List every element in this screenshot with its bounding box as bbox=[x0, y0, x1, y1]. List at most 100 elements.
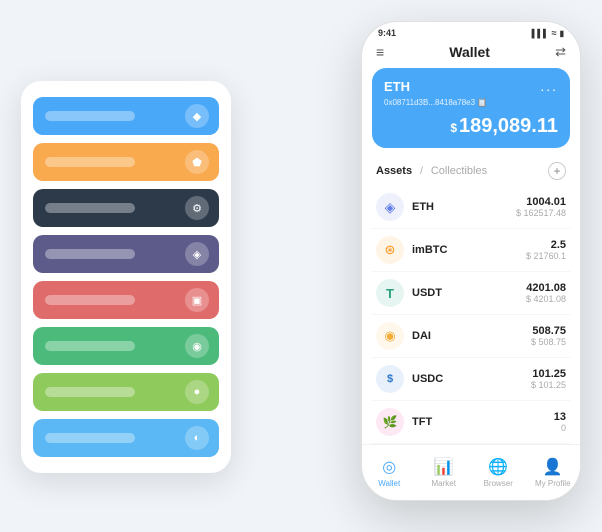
battery-icon: ▮ bbox=[560, 29, 564, 38]
card-item-light-blue[interactable]: ◐ bbox=[33, 419, 219, 457]
card-item-blue[interactable]: ◆ bbox=[33, 97, 219, 135]
nav-item-profile[interactable]: 👤 My Profile bbox=[526, 457, 581, 488]
asset-name-usdt: USDT bbox=[412, 287, 526, 299]
asset-usd-tft: 0 bbox=[554, 423, 566, 433]
card-label bbox=[45, 387, 135, 397]
asset-name-eth: ETH bbox=[412, 201, 516, 213]
nav-label-browser: Browser bbox=[484, 479, 513, 488]
profile-nav-icon: 👤 bbox=[543, 457, 563, 477]
phone-header: ≡ Wallet ⇄ bbox=[362, 40, 580, 68]
eth-card-name: ETH bbox=[384, 79, 410, 94]
asset-amounts-usdt: 4201.08 $ 4201.08 bbox=[526, 282, 566, 304]
asset-row-imbtc[interactable]: ⊛ imBTC 2.5 $ 21760.1 bbox=[372, 229, 570, 272]
eth-card-amount: $189,089.11 bbox=[384, 115, 558, 138]
asset-icon-dai: ◉ bbox=[376, 322, 404, 350]
card-item-orange[interactable]: ⬟ bbox=[33, 143, 219, 181]
nav-item-browser[interactable]: 🌐 Browser bbox=[471, 457, 526, 488]
asset-icon-tft: 🌿 bbox=[376, 408, 404, 436]
asset-icon-usdc: $ bbox=[376, 365, 404, 393]
signal-icon: ▌▌▌ bbox=[532, 29, 549, 38]
asset-amount-usdc: 101.25 bbox=[531, 368, 566, 380]
asset-name-usdc: USDC bbox=[412, 373, 531, 385]
asset-name-dai: DAI bbox=[412, 330, 531, 342]
nav-label-market: Market bbox=[432, 479, 456, 488]
asset-amounts-dai: 508.75 $ 508.75 bbox=[531, 325, 566, 347]
asset-row-tft[interactable]: 🌿 TFT 13 0 bbox=[372, 401, 570, 444]
asset-amount-imbtc: 2.5 bbox=[526, 239, 566, 251]
asset-amounts-usdc: 101.25 $ 101.25 bbox=[531, 368, 566, 390]
eth-card-address: 0x08711d3B...8418a78e3 📋 bbox=[384, 98, 558, 107]
asset-icon-imbtc: ⊛ bbox=[376, 236, 404, 264]
asset-row-eth[interactable]: ◈ ETH 1004.01 $ 162517.48 bbox=[372, 186, 570, 229]
assets-tabs: Assets / Collectibles bbox=[376, 165, 487, 177]
asset-row-usdc[interactable]: $ USDC 101.25 $ 101.25 bbox=[372, 358, 570, 401]
tab-assets[interactable]: Assets bbox=[376, 165, 412, 177]
status-icons: ▌▌▌ ≈ ▮ bbox=[532, 28, 564, 38]
card-label bbox=[45, 433, 135, 443]
asset-amount-usdt: 4201.08 bbox=[526, 282, 566, 294]
card-icon-blue: ◆ bbox=[185, 104, 209, 128]
card-icon-purple: ◈ bbox=[185, 242, 209, 266]
asset-name-imbtc: imBTC bbox=[412, 244, 526, 256]
card-label bbox=[45, 111, 135, 121]
card-icon-orange: ⬟ bbox=[185, 150, 209, 174]
asset-name-tft: TFT bbox=[412, 416, 554, 428]
nav-label-wallet: Wallet bbox=[378, 479, 400, 488]
asset-amounts-imbtc: 2.5 $ 21760.1 bbox=[526, 239, 566, 261]
wallet-nav-icon: ◎ bbox=[382, 457, 396, 477]
wifi-icon: ≈ bbox=[552, 28, 557, 38]
asset-row-usdt[interactable]: T USDT 4201.08 $ 4201.08 bbox=[372, 272, 570, 315]
asset-amount-dai: 508.75 bbox=[531, 325, 566, 337]
page-title: Wallet bbox=[449, 44, 490, 60]
card-label bbox=[45, 341, 135, 351]
asset-usd-usdc: $ 101.25 bbox=[531, 380, 566, 390]
card-label bbox=[45, 203, 135, 213]
card-icon-light-blue: ◐ bbox=[185, 426, 209, 450]
eth-card-currency-symbol: $ bbox=[450, 121, 457, 135]
card-icon-light-green: ● bbox=[185, 380, 209, 404]
nav-label-profile: My Profile bbox=[535, 479, 571, 488]
assets-header: Assets / Collectibles + bbox=[362, 158, 580, 186]
eth-card-top: ETH ... bbox=[384, 78, 558, 94]
phone: 9:41 ▌▌▌ ≈ ▮ ≡ Wallet ⇄ ETH ... 0x08711d… bbox=[361, 21, 581, 501]
nav-item-market[interactable]: 📊 Market bbox=[417, 457, 472, 488]
scan-icon[interactable]: ⇄ bbox=[555, 44, 566, 60]
asset-row-dai[interactable]: ◉ DAI 508.75 $ 508.75 bbox=[372, 315, 570, 358]
status-time: 9:41 bbox=[378, 28, 396, 38]
add-asset-button[interactable]: + bbox=[548, 162, 566, 180]
card-icon-dark: ⚙ bbox=[185, 196, 209, 220]
card-label bbox=[45, 249, 135, 259]
asset-amount-tft: 13 bbox=[554, 411, 566, 423]
asset-usd-imbtc: $ 21760.1 bbox=[526, 251, 566, 261]
asset-amount-eth: 1004.01 bbox=[516, 196, 566, 208]
card-item-red[interactable]: ▣ bbox=[33, 281, 219, 319]
eth-card-options[interactable]: ... bbox=[540, 78, 558, 94]
eth-card[interactable]: ETH ... 0x08711d3B...8418a78e3 📋 $189,08… bbox=[372, 68, 570, 148]
asset-usd-eth: $ 162517.48 bbox=[516, 208, 566, 218]
tab-separator: / bbox=[420, 166, 423, 177]
card-icon-green: ◉ bbox=[185, 334, 209, 358]
card-item-purple[interactable]: ◈ bbox=[33, 235, 219, 273]
asset-amounts-eth: 1004.01 $ 162517.48 bbox=[516, 196, 566, 218]
scene: ◆ ⬟ ⚙ ◈ ▣ ◉ ● ◐ bbox=[21, 21, 581, 511]
bottom-nav: ◎ Wallet 📊 Market 🌐 Browser 👤 My Profile bbox=[362, 444, 580, 500]
card-icon-red: ▣ bbox=[185, 288, 209, 312]
card-item-green[interactable]: ◉ bbox=[33, 327, 219, 365]
browser-nav-icon: 🌐 bbox=[488, 457, 508, 477]
nav-item-wallet[interactable]: ◎ Wallet bbox=[362, 457, 417, 488]
status-bar: 9:41 ▌▌▌ ≈ ▮ bbox=[362, 22, 580, 40]
tab-collectibles[interactable]: Collectibles bbox=[431, 165, 487, 177]
card-label bbox=[45, 295, 135, 305]
asset-icon-eth: ◈ bbox=[376, 193, 404, 221]
menu-icon[interactable]: ≡ bbox=[376, 44, 384, 60]
card-item-dark[interactable]: ⚙ bbox=[33, 189, 219, 227]
card-label bbox=[45, 157, 135, 167]
market-nav-icon: 📊 bbox=[434, 457, 454, 477]
asset-usd-usdt: $ 4201.08 bbox=[526, 294, 566, 304]
asset-usd-dai: $ 508.75 bbox=[531, 337, 566, 347]
asset-icon-usdt: T bbox=[376, 279, 404, 307]
asset-amounts-tft: 13 0 bbox=[554, 411, 566, 433]
card-stack: ◆ ⬟ ⚙ ◈ ▣ ◉ ● ◐ bbox=[21, 81, 231, 473]
card-item-light-green[interactable]: ● bbox=[33, 373, 219, 411]
asset-list: ◈ ETH 1004.01 $ 162517.48 ⊛ imBTC 2.5 $ … bbox=[362, 186, 580, 444]
